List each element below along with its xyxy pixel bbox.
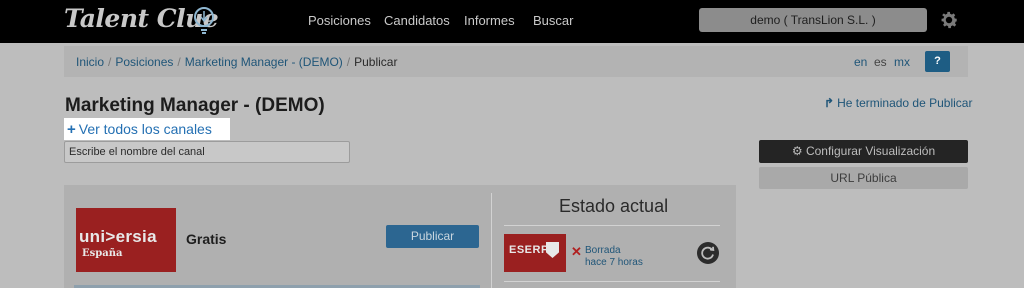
nav-buscar[interactable]: Buscar bbox=[533, 13, 573, 28]
universia-logo: uni>ersia España bbox=[76, 208, 176, 272]
panel-divider bbox=[491, 193, 492, 288]
refresh-icon[interactable] bbox=[697, 242, 719, 264]
breadcrumb-bar: Inicio / Posiciones / Marketing Manager - (D… bbox=[64, 46, 968, 77]
gear-icon: ⚙ bbox=[791, 144, 806, 158]
configure-view-button[interactable]: ⚙ Configurar Visualización bbox=[759, 140, 968, 163]
see-all-label: Ver todos los canales bbox=[78, 121, 212, 137]
breadcrumb-position[interactable]: Marketing Manager - (DEMO) bbox=[185, 55, 343, 69]
status-title: Estado actual bbox=[559, 196, 669, 216]
help-button[interactable]: ? bbox=[925, 51, 950, 72]
plus-icon: + bbox=[67, 121, 76, 138]
configure-view-label: Configurar Visualización bbox=[805, 144, 936, 158]
status-divider bbox=[504, 225, 720, 226]
gear-icon[interactable] bbox=[938, 9, 960, 31]
nav-posiciones[interactable]: Posiciones bbox=[308, 13, 371, 28]
channel-price: Gratis bbox=[186, 231, 227, 247]
top-nav-bar: Talent Clue Posiciones Candidatos Inform… bbox=[0, 0, 1024, 43]
breadcrumb-separator: / bbox=[108, 55, 112, 69]
status-divider bbox=[504, 281, 720, 282]
page-title: Marketing Manager - (DEMO) bbox=[65, 95, 325, 116]
publish-button[interactable]: Publicar bbox=[386, 225, 479, 248]
universia-logo-country: España bbox=[82, 248, 123, 259]
close-icon: ✕ bbox=[571, 244, 582, 259]
lang-es[interactable]: es bbox=[874, 55, 887, 69]
universia-logo-word: uni>ersia bbox=[79, 227, 157, 246]
channel-search-input[interactable]: Escribe el nombre del canal bbox=[64, 141, 350, 163]
breadcrumb-posiciones[interactable]: Posiciones bbox=[115, 55, 173, 69]
account-selector[interactable]: demo ( TransLion S.L. ) bbox=[699, 8, 927, 32]
breadcrumb-separator: / bbox=[346, 55, 351, 69]
breadcrumb-inicio[interactable]: Inicio bbox=[76, 55, 104, 69]
lang-en[interactable]: en bbox=[854, 55, 867, 69]
breadcrumb-current: Publicar bbox=[354, 55, 398, 69]
nav-informes[interactable]: Informes bbox=[464, 13, 515, 28]
done-publishing-link[interactable]: ↱ He terminado de Publicar bbox=[824, 96, 972, 110]
breadcrumb: Inicio / Posiciones / Marketing Manager - (D… bbox=[76, 55, 397, 69]
status-detail[interactable]: Borrada hace 7 horas bbox=[585, 245, 643, 269]
eserp-logo: ESERP bbox=[504, 234, 566, 272]
public-url-button[interactable]: URL Pública bbox=[759, 167, 968, 189]
lightbulb-icon bbox=[194, 7, 214, 34]
nav-candidatos[interactable]: Candidatos bbox=[384, 13, 450, 28]
status-state: Borrada bbox=[585, 245, 621, 256]
see-all-channels-link[interactable]: + Ver todos los canales bbox=[64, 118, 230, 140]
eserp-logo-word: ESERP bbox=[509, 244, 549, 256]
breadcrumb-separator: / bbox=[177, 55, 181, 69]
share-arrow-icon: ↱ bbox=[824, 96, 835, 110]
status-time: hace 7 horas bbox=[585, 257, 643, 268]
done-publishing-label: He terminado de Publicar bbox=[837, 96, 973, 110]
lang-mx[interactable]: mx bbox=[894, 55, 910, 69]
